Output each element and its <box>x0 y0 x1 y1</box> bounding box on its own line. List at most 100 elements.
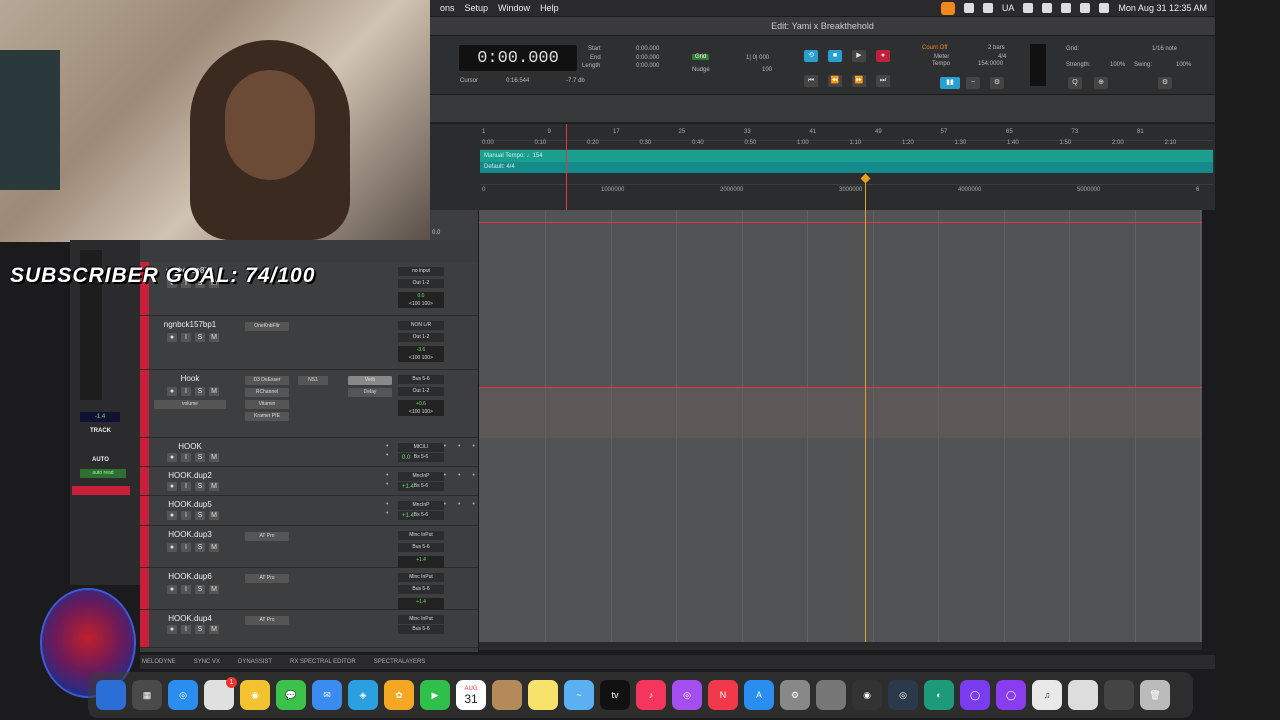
insert-slot[interactable]: D3 DeEsser <box>245 376 289 385</box>
news-icon[interactable]: N <box>708 680 738 710</box>
solo-button[interactable]: S <box>195 387 205 396</box>
output-selector[interactable]: Out 1-2 <box>398 279 444 288</box>
track-row[interactable]: HOOK.dup3 ● I S M AT Pro Minc InPut Bus 5-6 +1.4 <box>140 526 478 572</box>
input-selector[interactable]: MIC/LI <box>398 443 444 452</box>
stop-icon[interactable]: ■ <box>828 50 842 62</box>
safari-icon[interactable]: ◎ <box>168 680 198 710</box>
output-selector[interactable]: Bus 5-6 <box>398 585 444 594</box>
podcasts-icon[interactable]: ◎ <box>672 680 702 710</box>
quantize-settings-icon[interactable]: ⊕ <box>1094 77 1108 89</box>
grid-mode[interactable]: Grid <box>692 54 710 60</box>
mute-button[interactable]: M <box>209 453 219 462</box>
calendar-icon[interactable]: AUG 31 <box>456 680 486 710</box>
input-button[interactable]: I <box>181 543 191 552</box>
menu-item-ons[interactable]: ons <box>440 3 455 13</box>
loop-icon[interactable]: ⟲ <box>804 50 818 62</box>
nudge-value[interactable]: 100 <box>762 67 772 73</box>
system-settings-icon[interactable]: ⚙ <box>780 680 810 710</box>
wave-icon[interactable]: ~ <box>966 77 980 89</box>
input-source[interactable]: UA <box>1002 3 1015 13</box>
track-row[interactable]: HOOK ● I S M • • • • • • • • • • • • MIC/LI Bs … <box>140 438 518 467</box>
volume-pan[interactable]: 0.0 <100 100> <box>398 292 444 308</box>
screenshot-icon[interactable] <box>1104 680 1134 710</box>
contacts-icon[interactable] <box>492 680 522 710</box>
gear-icon[interactable]: ⚙ <box>1158 77 1172 89</box>
plugin-spectralayers[interactable]: SPECTRALAYERS <box>374 659 426 665</box>
insert-slot-b[interactable]: NS1 <box>298 376 328 385</box>
volume-pan[interactable]: +0.6 <100 100> <box>398 400 444 416</box>
input-selector[interactable]: Minc InPut <box>398 573 444 582</box>
track-name[interactable]: HOOK.dup6 <box>154 572 226 581</box>
input-button[interactable]: I <box>181 387 191 396</box>
utility-icon[interactable] <box>816 680 846 710</box>
document-icon[interactable]: ♫ <box>1032 680 1062 710</box>
solo-button[interactable]: S <box>195 333 205 342</box>
rec-button[interactable]: ● <box>167 585 177 594</box>
rec-button[interactable]: ● <box>167 453 177 462</box>
plugin-dynassist[interactable]: DYNASSIST <box>238 659 272 665</box>
send-slot[interactable]: Verb <box>348 376 392 385</box>
input-button[interactable]: I <box>181 333 191 342</box>
finder-icon[interactable] <box>96 680 126 710</box>
chrome-icon[interactable]: ◉ <box>240 680 270 710</box>
count-off-bars[interactable]: 2 bars <box>988 45 1005 51</box>
track-row[interactable]: HOOK.dup4 ● I S M AT Pro Minc InPut Bus 5-6 <box>140 610 478 648</box>
audio-app-icon[interactable]: ◉ <box>852 680 882 710</box>
fast-forward-icon[interactable]: ⏩ <box>852 75 866 87</box>
input-selector[interactable]: no input <box>398 267 444 276</box>
track-name[interactable]: HOOK.dup5 <box>154 500 226 509</box>
wifi-icon[interactable] <box>1080 3 1091 13</box>
play-status-icon[interactable] <box>1042 3 1053 13</box>
maps-icon[interactable]: ◈ <box>348 680 378 710</box>
insert-slot[interactable]: OneKnbFltr <box>245 322 289 331</box>
end-value[interactable]: 0:00.000 <box>636 55 659 61</box>
grid2-value[interactable]: 1/16 note <box>1152 46 1177 52</box>
menubar-clock[interactable]: Mon Aug 31 12:35 AM <box>1118 3 1207 13</box>
track-name[interactable]: ngnbck157bp1 <box>154 320 226 329</box>
length-value[interactable]: 0:00.000 <box>636 63 659 69</box>
mail-icon[interactable]: ✉ <box>312 680 342 710</box>
plugin-melodyne[interactable]: MELODYNE <box>142 659 176 665</box>
input-selector[interactable]: Minc InPut <box>398 615 444 624</box>
search-icon[interactable] <box>1099 3 1110 13</box>
mute-button[interactable]: M <box>209 482 219 491</box>
end-icon[interactable]: ⏭ <box>876 75 890 87</box>
mute-button[interactable]: M <box>209 543 219 552</box>
plugin-rx-spectral[interactable]: RX SPECTRAL EDITOR <box>290 659 356 665</box>
solo-button[interactable]: S <box>195 511 205 520</box>
plugin-sync-vx[interactable]: SYNC VX <box>194 659 220 665</box>
hook-track-lane[interactable] <box>479 387 1202 438</box>
track-name[interactable]: HOOK.dup2 <box>154 471 226 480</box>
play-icon[interactable]: ▶ <box>852 50 866 62</box>
input-selector[interactable]: Minc InPut <box>398 531 444 540</box>
menu-item-help[interactable]: Help <box>540 3 559 13</box>
input-button[interactable]: I <box>181 453 191 462</box>
output-selector[interactable]: Out 1-2 <box>398 333 444 342</box>
strength-value[interactable]: 100% <box>1110 62 1125 68</box>
track-row[interactable]: HOOK.dup5 ● I S M • • • • • • • • • • • • MncI… <box>140 496 518 526</box>
photos-app-icon[interactable]: 1 <box>204 677 237 710</box>
track-name[interactable]: Hook <box>154 374 226 383</box>
insert-slot[interactable]: AT Pro <box>245 574 289 583</box>
quantize-icon[interactable]: Q <box>1068 77 1082 89</box>
mute-button[interactable]: M <box>209 387 219 396</box>
rec-button[interactable]: ● <box>167 387 177 396</box>
send-slot[interactable]: Delay <box>348 388 392 397</box>
messages-icon[interactable]: 💬 <box>276 680 306 710</box>
rec-button[interactable]: ● <box>167 625 177 634</box>
input-button[interactable]: I <box>181 625 191 634</box>
track-row[interactable]: ngnbck157bp1 ● I S M OneKnbFltr NON L/R Out 1-2… <box>140 316 478 370</box>
input-selector[interactable]: NON L/R <box>398 321 444 330</box>
track-row[interactable]: HOOK.dup2 ● I S M • • • • • • • • • • • • MncI… <box>140 467 518 496</box>
tempo-ruler[interactable]: Manual Tempo: ♩154 <box>480 150 1213 162</box>
insert-slot[interactable]: Kramer PIE <box>245 412 289 421</box>
minsecs-ruler[interactable]: 0:00 0:10 0:20 0:30 0:40 0:50 1:00 1:10 1:20 1:30… <box>480 139 1213 149</box>
trash-icon[interactable]: 🗑 <box>1140 680 1170 710</box>
meter-value[interactable]: 4/4 <box>998 54 1006 60</box>
mute-button[interactable]: M <box>209 333 219 342</box>
tempo-value[interactable]: 154.0000 <box>978 61 1003 67</box>
rewind-icon[interactable]: ⏪ <box>828 75 842 87</box>
output-selector[interactable]: Out 1-2 <box>398 387 444 396</box>
discord-icon[interactable]: ◐ <box>924 680 954 710</box>
input-button[interactable]: I <box>181 511 191 520</box>
